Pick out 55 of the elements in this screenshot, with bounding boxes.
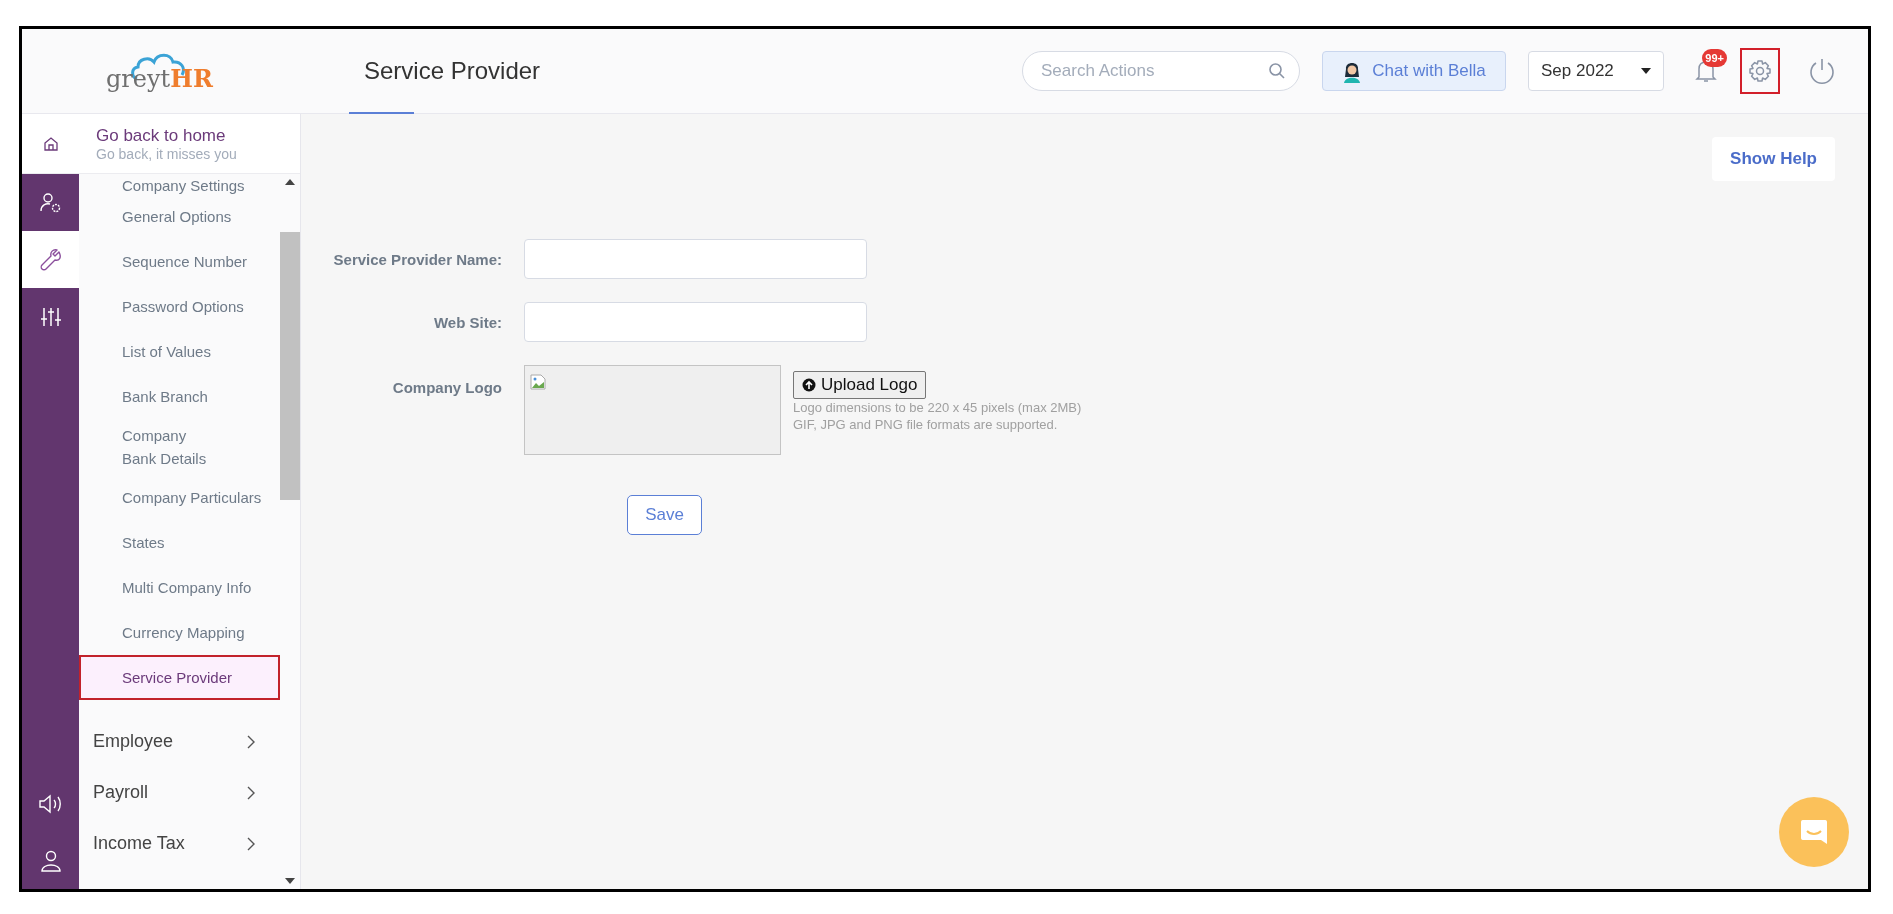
month-dropdown[interactable]: Sep 2022 [1528,51,1664,91]
broken-image-icon [530,374,546,390]
upload-logo-button[interactable]: Upload Logo [793,371,927,399]
chat-bubble-icon [1799,818,1829,846]
greythr-logo[interactable]: greytHR [106,51,213,91]
scroll-up-icon[interactable] [285,179,295,185]
menu-item[interactable]: Service Provider [79,655,280,700]
menu-item[interactable]: Company Settings [79,174,280,194]
menu-section[interactable]: Payroll [79,767,280,818]
menu-item[interactable]: Bank Branch [79,374,280,419]
notifications-button[interactable]: 99+ [1686,48,1726,94]
logo-text: greytHR [106,67,213,91]
home-icon[interactable] [42,135,59,152]
field-label: Company Logo [391,378,502,396]
hint-text: Logo dimensions to be 220 x 45 pixels (max 2MB) [793,399,1082,416]
menu-item[interactable]: Currency Mapping [79,610,280,655]
menu-item[interactable]: Company Particulars [79,475,280,520]
upload-icon [802,378,816,392]
input-field[interactable] [524,302,867,342]
hint-text: GIF, JPG and PNG file formats are supported. [793,416,1058,433]
search-icon [1268,62,1286,80]
chevron-right-icon [246,734,256,749]
home-subtitle: Go back, it misses you [96,145,237,162]
scrollbar-thumb[interactable] [280,232,300,500]
save-button[interactable]: Save [627,495,702,535]
speaker-icon[interactable] [37,793,64,814]
show-help-button[interactable]: Show Help [1712,137,1835,181]
menu-item[interactable]: Multi Company Info [79,565,280,610]
wrench-rail-button[interactable] [22,231,79,288]
wrench-icon [38,247,63,272]
home-link[interactable]: Go back to home [96,125,237,146]
menu-section[interactable]: Income Tax [79,818,280,869]
user-icon[interactable] [39,849,62,872]
search-field[interactable]: Search Actions [1022,51,1300,91]
menu-item[interactable]: Password Options [79,284,280,329]
menu-item[interactable]: General Options [79,194,280,239]
notification-count: 99+ [1702,49,1727,67]
settings-icon [1748,59,1772,83]
user-gear-icon [38,190,63,215]
caret-icon [1641,68,1651,74]
field-label: Web Site: [432,313,502,331]
chevron-right-icon [246,836,256,851]
page-title: Service Provider [364,57,542,85]
scroll-down-icon[interactable] [285,878,295,884]
menu-section[interactable]: Employee [79,716,280,767]
field-label: Service Provider Name: [332,250,502,268]
chevron-right-icon [246,785,256,800]
input-field[interactable] [524,239,867,279]
menu-item[interactable]: Company Bank Details [79,419,219,475]
power-icon [1808,57,1836,85]
menu-item[interactable]: Sequence Number [79,239,280,284]
menu-item[interactable]: List of Values [79,329,280,374]
chat-button[interactable]: Chat with Bella [1322,51,1506,91]
menu-item[interactable]: States [79,520,280,565]
settings-button[interactable] [1740,48,1780,94]
